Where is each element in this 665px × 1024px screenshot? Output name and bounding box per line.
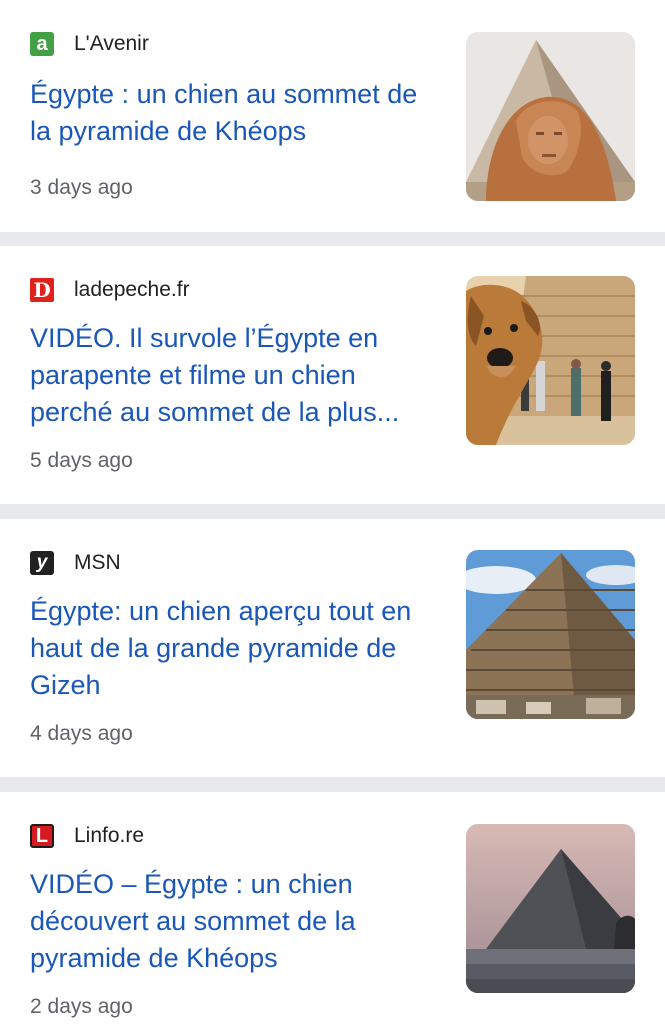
source-name: ladepeche.fr bbox=[74, 278, 190, 301]
article-headline[interactable]: VIDÉO. Il survole l’Égypte en parapente … bbox=[30, 320, 440, 431]
dog-at-pyramid-image[interactable] bbox=[466, 276, 635, 445]
source-name: Linfo.re bbox=[74, 824, 145, 847]
article-time: 5 days ago bbox=[30, 449, 133, 472]
source-row: L Linfo.re bbox=[30, 824, 144, 848]
source-row: y MSN bbox=[30, 551, 121, 575]
article-headline[interactable]: VIDÉO – Égypte : un chien découvert au s… bbox=[30, 866, 440, 977]
article-time: 2 days ago bbox=[30, 995, 133, 1018]
article-headline[interactable]: Égypte : un chien au sommet de la pyrami… bbox=[30, 76, 440, 150]
news-card[interactable]: a L'Avenir Égypte : un chien au sommet d… bbox=[0, 0, 665, 232]
news-card[interactable]: D ladepeche.fr VIDÉO. Il survole l’Égypt… bbox=[0, 246, 665, 504]
great-pyramid-image[interactable] bbox=[466, 550, 635, 719]
source-logo-linfo-icon: L bbox=[30, 824, 54, 848]
source-row: a L'Avenir bbox=[30, 32, 149, 56]
news-card[interactable]: L Linfo.re VIDÉO – Égypte : un chien déc… bbox=[0, 792, 665, 1024]
news-feed: a L'Avenir Égypte : un chien au sommet d… bbox=[0, 0, 665, 1024]
source-logo-ladepeche-icon: D bbox=[30, 278, 54, 302]
article-time: 3 days ago bbox=[30, 176, 133, 199]
source-row: D ladepeche.fr bbox=[30, 278, 190, 302]
source-name: L'Avenir bbox=[74, 32, 149, 55]
news-card[interactable]: y MSN Égypte: un chien aperçu tout en ha… bbox=[0, 519, 665, 777]
sphinx-pyramid-image[interactable] bbox=[466, 32, 635, 201]
source-logo-msn-icon: y bbox=[30, 551, 54, 575]
article-headline[interactable]: Égypte: un chien aperçu tout en haut de … bbox=[30, 593, 440, 704]
pyramid-dusk-image[interactable] bbox=[466, 824, 635, 993]
article-time: 4 days ago bbox=[30, 722, 133, 745]
source-name: MSN bbox=[74, 551, 121, 574]
source-logo-lavenir-icon: a bbox=[30, 32, 54, 56]
